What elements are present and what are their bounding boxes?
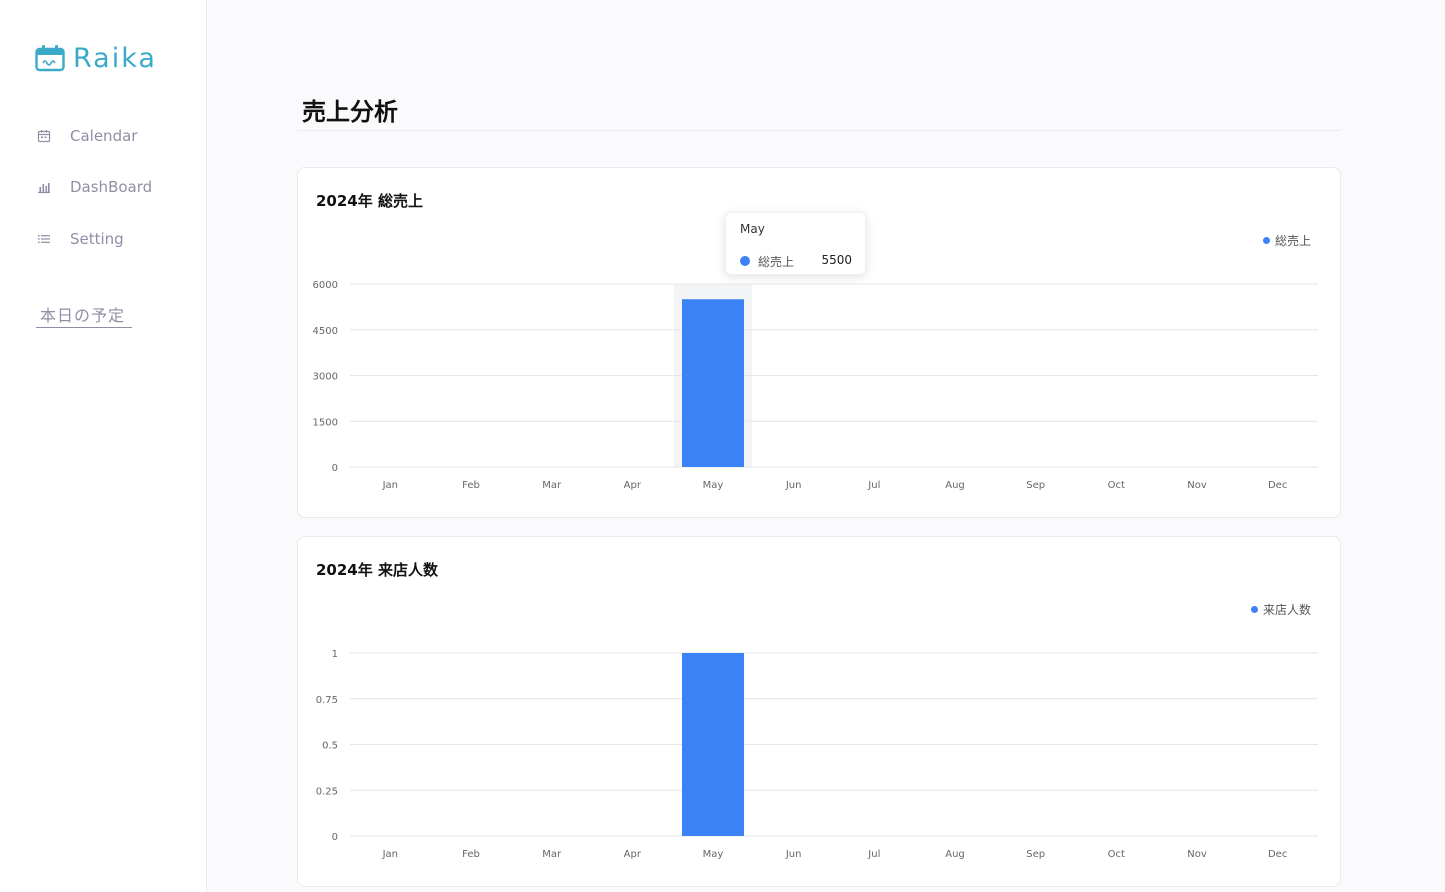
sidebar-item-calendar[interactable]: Calendar [37, 125, 137, 147]
chart-tooltip: May 総売上 5500 [725, 212, 866, 275]
tooltip-series-dot [740, 256, 750, 266]
x-tick-label: Jun [785, 480, 802, 491]
y-tick-label: 0.75 [316, 695, 338, 706]
y-tick-label: 1500 [313, 417, 338, 428]
sidebar: Raika Calendar DashBoard Setting 本日の予定 [0, 0, 207, 892]
y-tick-label: 6000 [313, 280, 338, 291]
x-tick-label: Mar [542, 849, 562, 860]
today-schedule-link[interactable]: 本日の予定 [36, 302, 132, 328]
legend-dot [1250, 606, 1258, 613]
x-tick-label: Nov [1187, 480, 1207, 491]
chart-legend[interactable]: 総売上 [1262, 232, 1311, 249]
x-tick-label: Feb [462, 849, 480, 860]
chart-title: 2024年 来店人数 [316, 561, 438, 579]
app-logo[interactable]: Raika [35, 42, 157, 74]
bar-chart-icon [38, 183, 50, 194]
legend-label: 総売上 [1274, 234, 1311, 248]
x-tick-label: May [703, 480, 724, 491]
x-tick-label: Apr [624, 849, 642, 860]
calendar-icon [37, 130, 51, 143]
x-tick-label: Jul [867, 849, 880, 860]
x-tick-label: Sep [1026, 849, 1045, 860]
chart-title: 2024年 総売上 [316, 192, 423, 210]
sidebar-item-label: DashBoard [70, 178, 153, 196]
x-tick-label: Sep [1026, 480, 1045, 491]
y-tick-label: 0.25 [316, 786, 338, 797]
calendar-logo-icon [35, 45, 65, 72]
sidebar-item-dashboard[interactable]: DashBoard [37, 176, 152, 198]
x-tick-label: May [703, 849, 724, 860]
x-tick-label: Aug [945, 480, 965, 491]
app-name: Raika [73, 42, 157, 74]
today-schedule-label: 本日の予定 [40, 306, 126, 325]
title-divider [297, 130, 1341, 131]
x-tick-label: Dec [1268, 480, 1287, 491]
x-tick-label: Aug [945, 849, 965, 860]
x-tick-label: Mar [542, 480, 562, 491]
page-title: 売上分析 [302, 98, 398, 126]
bar-chart: 0 0.25 0.5 0.75 1 Jan Feb Mar Apr May Jun Jul Aug Sep… [316, 649, 1318, 860]
x-tick-label: Dec [1268, 849, 1287, 860]
legend-label: 来店人数 [1262, 603, 1311, 617]
x-tick-label: Oct [1108, 849, 1125, 860]
x-tick-label: Jul [867, 480, 880, 491]
sidebar-item-label: Setting [70, 230, 124, 248]
y-tick-label: 0 [332, 832, 338, 843]
y-tick-label: 0 [332, 463, 338, 474]
x-tick-label: Oct [1108, 480, 1125, 491]
tooltip-value: 5500 [821, 253, 852, 267]
x-tick-label: Jan [382, 480, 398, 491]
y-tick-label: 4500 [313, 326, 338, 337]
x-tick-label: Feb [462, 480, 480, 491]
list-icon [38, 235, 50, 243]
x-tick-label: Nov [1187, 849, 1207, 860]
bar-may [682, 653, 744, 836]
x-tick-label: Jun [785, 849, 802, 860]
y-tick-label: 1 [332, 649, 338, 660]
sidebar-item-setting[interactable]: Setting [37, 228, 124, 250]
sidebar-item-label: Calendar [70, 127, 138, 145]
bar-may [682, 299, 744, 467]
tooltip-title: May [740, 222, 765, 236]
chart-legend[interactable]: 来店人数 [1250, 601, 1311, 618]
y-tick-label: 3000 [313, 372, 338, 383]
legend-dot [1262, 237, 1270, 244]
x-tick-label: Apr [624, 480, 642, 491]
visitors-chart-card: 0 0.25 0.5 0.75 1 Jan Feb Mar Apr May Jun Jul Aug Sep… [297, 536, 1341, 887]
y-tick-label: 0.5 [322, 741, 338, 752]
tooltip-series-name: 総売上 [758, 255, 795, 269]
x-tick-label: Jan [382, 849, 398, 860]
